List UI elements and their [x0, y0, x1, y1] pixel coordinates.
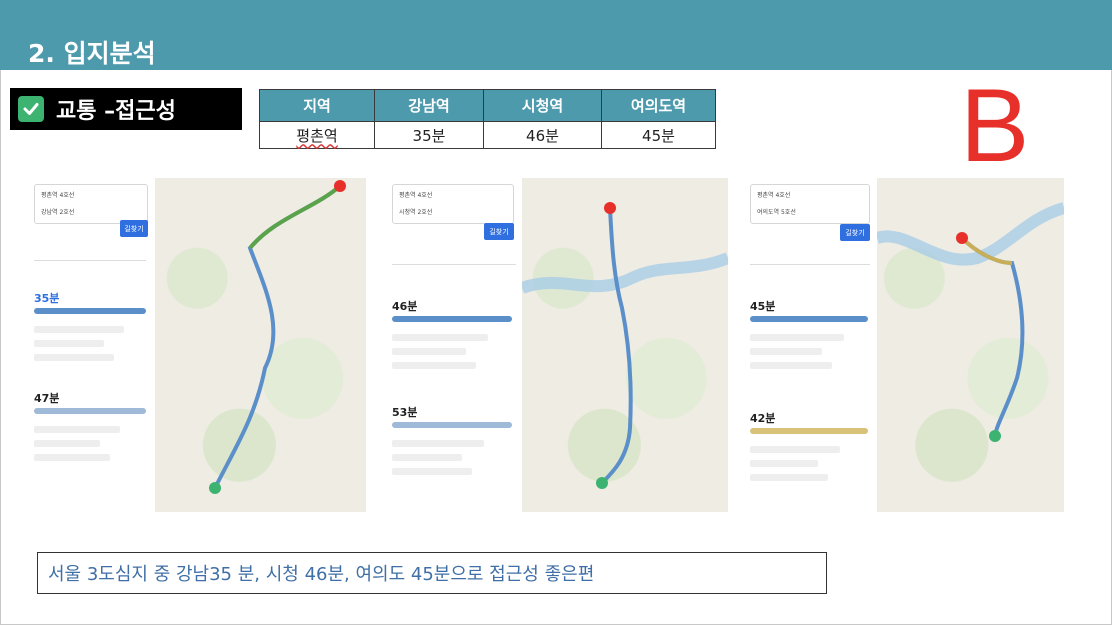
route-bar: [392, 422, 512, 428]
from-field: 평촌역 4호선: [399, 192, 433, 199]
route-path: [522, 202, 728, 489]
table-header: 지역: [259, 89, 375, 122]
route-detail: [392, 454, 462, 461]
route-search-box: 평촌역 4호선 시청역 2호선: [392, 184, 514, 224]
origin-pin: [989, 430, 1001, 442]
to-field: 강남역 2호선: [41, 209, 75, 216]
map-screenshot-cityhall: 평촌역 4호선 시청역 2호선 길찾기 46분 53분: [386, 178, 728, 512]
route-detail: [392, 468, 472, 475]
route-bar: [34, 308, 146, 314]
route-detail: [750, 334, 844, 341]
route-path: [209, 180, 346, 494]
route-detail: [34, 326, 124, 333]
search-button: 길찾기: [484, 223, 514, 240]
route-map: [877, 178, 1064, 512]
route-detail: [392, 440, 484, 447]
route-panel: 평촌역 4호선 여의도역 5호선 길찾기 45분 42분: [744, 178, 878, 512]
option-letter: B: [960, 68, 1030, 184]
table-row: 평촌역 35분 46분 45분: [259, 121, 716, 149]
route-bar: [34, 408, 146, 414]
header-bar: 2. 입지분석: [0, 0, 1112, 70]
result-tabs: [750, 252, 870, 265]
from-field: 평촌역 4호선: [757, 192, 791, 199]
destination-pin: [334, 180, 346, 192]
route-detail: [750, 460, 818, 467]
search-button: 길찾기: [840, 224, 870, 241]
route-option: 53분: [392, 404, 516, 500]
route-detail: [750, 474, 828, 481]
map-screenshot-yeouido: 평촌역 4호선 여의도역 5호선 길찾기 45분 42분: [744, 178, 1064, 512]
route-detail: [750, 362, 832, 369]
section-tag: 교통 –접근성: [10, 88, 242, 130]
route-bar: [392, 316, 512, 322]
route-time: 42분: [750, 412, 776, 425]
origin-pin: [596, 477, 608, 489]
route-option: 45분: [750, 298, 872, 394]
route-option: 47분: [34, 390, 150, 486]
route-detail: [750, 348, 822, 355]
to-field: 시청역 2호선: [399, 209, 433, 216]
result-tabs: [34, 248, 146, 261]
map-screenshot-gangnam: 평촌역 4호선 강남역 2호선 길찾기 35분 47분: [28, 178, 366, 512]
route-detail: [34, 340, 104, 347]
destination-pin: [956, 232, 968, 244]
route-detail: [392, 348, 466, 355]
route-search-box: 평촌역 4호선 여의도역 5호선: [750, 184, 870, 224]
origin-pin: [209, 482, 221, 494]
check-icon: [18, 96, 44, 122]
route-time: 46분: [392, 300, 418, 313]
table-cell: 평촌역: [259, 121, 375, 149]
route-time: 35분: [34, 292, 60, 305]
route-detail: [750, 446, 840, 453]
table-cell: 35분: [374, 121, 484, 149]
route-time: 53분: [392, 406, 418, 419]
route-option: 46분: [392, 298, 516, 394]
page-title: 2. 입지분석: [28, 39, 156, 68]
route-time: 47분: [34, 392, 60, 405]
route-detail: [34, 440, 100, 447]
route-detail: [392, 362, 476, 369]
section-label: 교통 –접근성: [56, 99, 176, 124]
table-header: 여의도역: [601, 89, 716, 122]
route-detail: [34, 354, 114, 361]
table-cell: 45분: [601, 121, 716, 149]
from-field: 평촌역 4호선: [41, 192, 75, 199]
route-map: [522, 178, 728, 512]
route-bar: [750, 316, 868, 322]
origin-station: 평촌역: [296, 126, 338, 145]
table-header: 시청역: [483, 89, 602, 122]
travel-time-table: 지역 강남역 시청역 여의도역 평촌역 35분 46분 45분: [259, 89, 716, 149]
table-header-row: 지역 강남역 시청역 여의도역: [259, 89, 716, 122]
route-option: 35분: [34, 290, 150, 386]
result-tabs: [392, 252, 516, 265]
route-time: 45분: [750, 300, 776, 313]
summary-text: 서울 3도심지 중 강남35 분, 시청 46분, 여의도 45분으로 접근성 …: [48, 564, 595, 585]
route-panel: 평촌역 4호선 강남역 2호선 길찾기 35분 47분: [28, 178, 156, 512]
table-cell: 46분: [483, 121, 602, 149]
table-header: 강남역: [374, 89, 484, 122]
route-detail: [34, 426, 120, 433]
route-path: [877, 202, 1064, 442]
summary-note: 서울 3도심지 중 강남35 분, 시청 46분, 여의도 45분으로 접근성 …: [37, 552, 827, 594]
route-option: 42분: [750, 410, 872, 506]
to-field: 여의도역 5호선: [757, 209, 796, 216]
route-detail: [392, 334, 488, 341]
route-map: [155, 178, 366, 512]
route-search-box: 평촌역 4호선 강남역 2호선: [34, 184, 148, 224]
route-bar: [750, 428, 868, 434]
destination-pin: [604, 202, 616, 214]
route-detail: [34, 454, 110, 461]
search-button: 길찾기: [120, 220, 148, 237]
route-panel: 평촌역 4호선 시청역 2호선 길찾기 46분 53분: [386, 178, 523, 512]
